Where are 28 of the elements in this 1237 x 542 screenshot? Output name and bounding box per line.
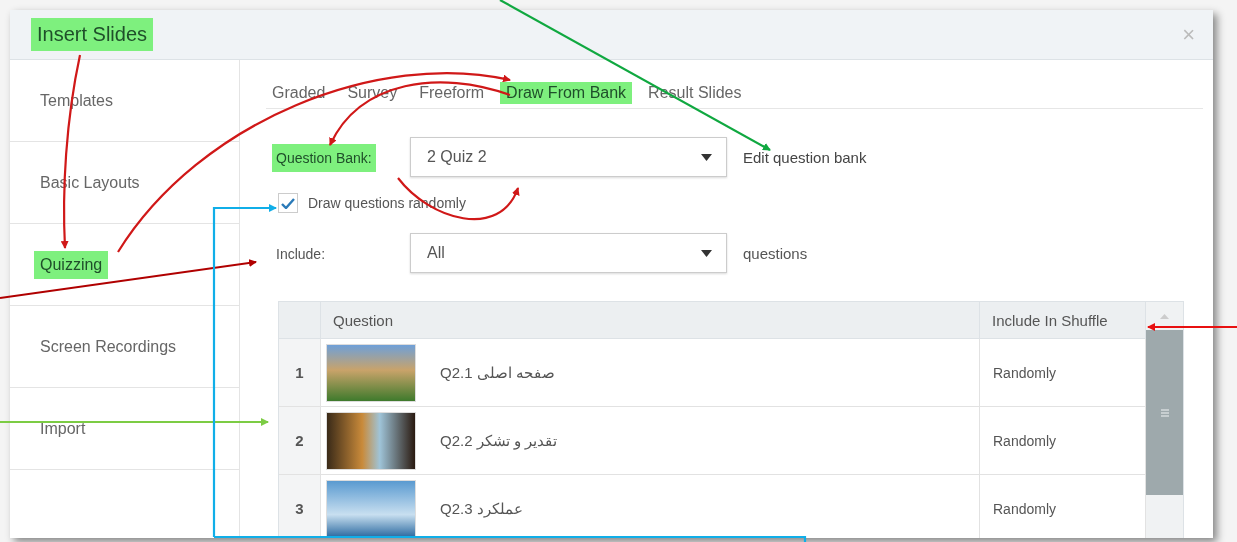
question-title: Q2.2 تقدیر و تشکر — [440, 431, 558, 450]
column-header: Include In Shuffle — [980, 302, 1146, 339]
caret-icon — [701, 249, 712, 257]
dialog-title: Insert Slides — [31, 18, 154, 51]
row-number: 3 — [279, 475, 321, 538]
caret-icon — [701, 153, 712, 161]
grip-icon — [1159, 408, 1170, 417]
row-number: 1 — [279, 339, 321, 407]
field-label: Include: — [275, 244, 327, 264]
tab[interactable]: Graded — [266, 82, 332, 104]
sidebar-item[interactable]: Quizzing — [10, 224, 239, 306]
sidebar-item[interactable]: Screen Recordings — [10, 306, 239, 388]
scrollbar-thumb[interactable] — [1146, 330, 1183, 495]
tab[interactable]: Freeform — [413, 82, 491, 104]
edit-question-bank-link[interactable]: Edit question bank — [743, 148, 867, 166]
field-label: Question Bank: — [272, 143, 376, 172]
scrollbar[interactable] — [1146, 302, 1183, 538]
sidebar-item[interactable]: Import — [10, 388, 239, 470]
question-bank-dropdown[interactable]: 2 Quiz 2 — [410, 137, 727, 177]
field-suffix: questions — [743, 244, 808, 262]
question-title: Q2.3 عملکرد — [440, 499, 523, 518]
include-dropdown[interactable]: All — [410, 233, 727, 273]
row-number: 2 — [279, 407, 321, 475]
column-header: Question — [321, 302, 980, 339]
question-title: Q2.1 صفحه اصلی — [440, 363, 555, 382]
checkbox[interactable] — [278, 193, 298, 213]
scroll-up-icon[interactable] — [1160, 313, 1169, 319]
tab[interactable]: Draw From Bank — [500, 82, 633, 104]
